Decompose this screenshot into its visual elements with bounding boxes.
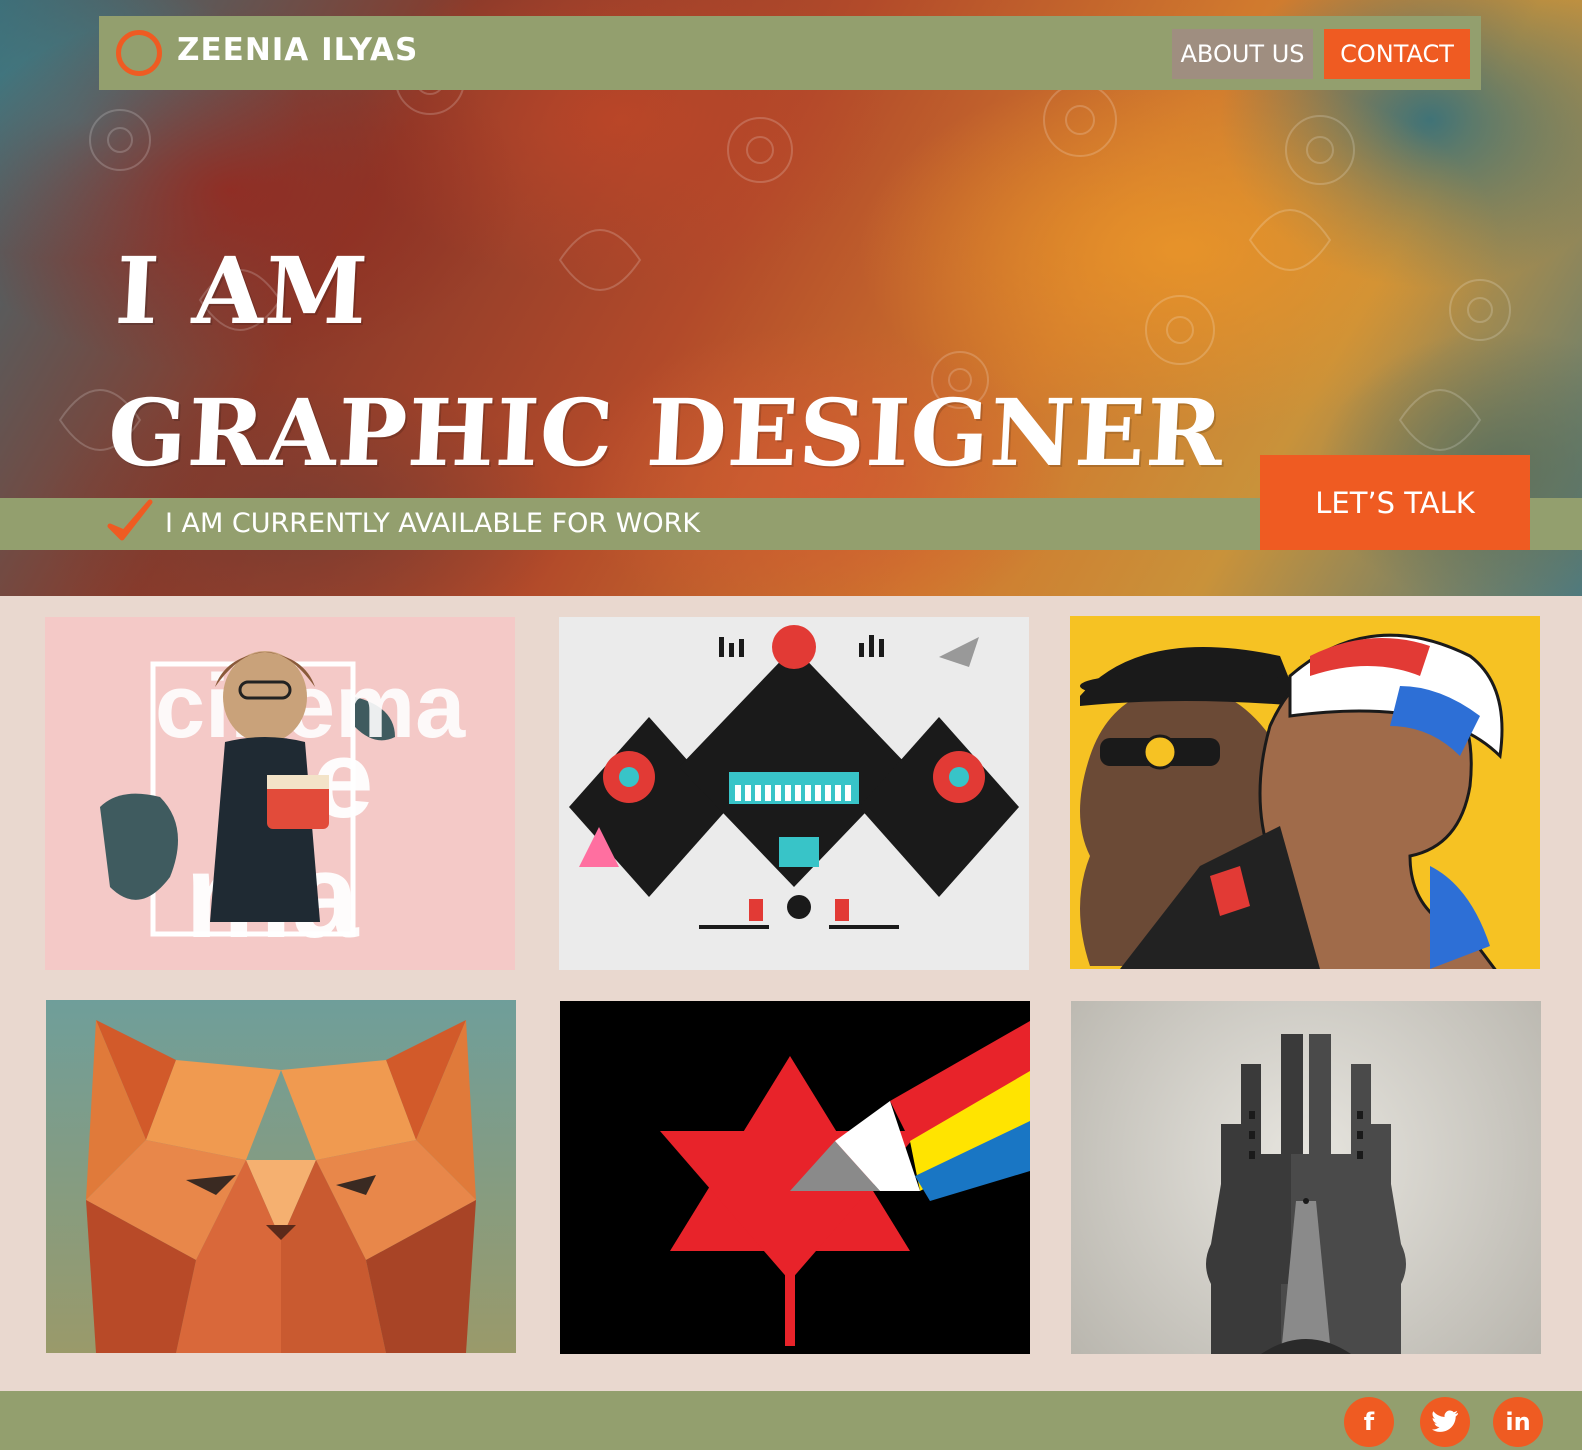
nav-about-us-button[interactable]: ABOUT US [1172,29,1313,79]
twitter-icon[interactable] [1420,1397,1470,1447]
hero-headline-line-1: I AM [112,237,371,345]
nav-contact-button[interactable]: CONTACT [1324,29,1470,79]
availability-text: I AM CURRENTLY AVAILABLE FOR WORK [165,508,701,539]
music-instruments-artwork[interactable] [559,617,1029,970]
facebook-icon[interactable]: f [1344,1397,1394,1447]
twitter-bird-icon [1432,1410,1458,1432]
lets-talk-button[interactable]: LET’S TALK [1260,455,1530,550]
top-navigation-bar: ZEENIA ILYAS ABOUT US CONTACT [99,16,1481,90]
hero-headline-line-2: GRAPHIC DESIGNER [105,379,1227,487]
hero-banner: ZEENIA ILYAS ABOUT US CONTACT I AM GRAPH… [0,0,1582,596]
pop-art-portraits-artwork[interactable] [1070,616,1540,969]
low-poly-cat-artwork[interactable] [46,1000,516,1353]
hero-headline: I AM GRAPHIC DESIGNER [105,220,1235,504]
cinema-artwork[interactable]: cinema ne ma [45,617,515,970]
city-head-double-exposure-artwork[interactable] [1071,1001,1541,1354]
site-title[interactable]: ZEENIA ILYAS [177,32,418,68]
checkmark-icon [107,499,153,541]
logo-ring-icon[interactable] [116,30,162,76]
prism-triangle-artwork[interactable] [560,1001,1030,1354]
footer-bar: f in [0,1391,1582,1450]
linkedin-icon[interactable]: in [1493,1397,1543,1447]
